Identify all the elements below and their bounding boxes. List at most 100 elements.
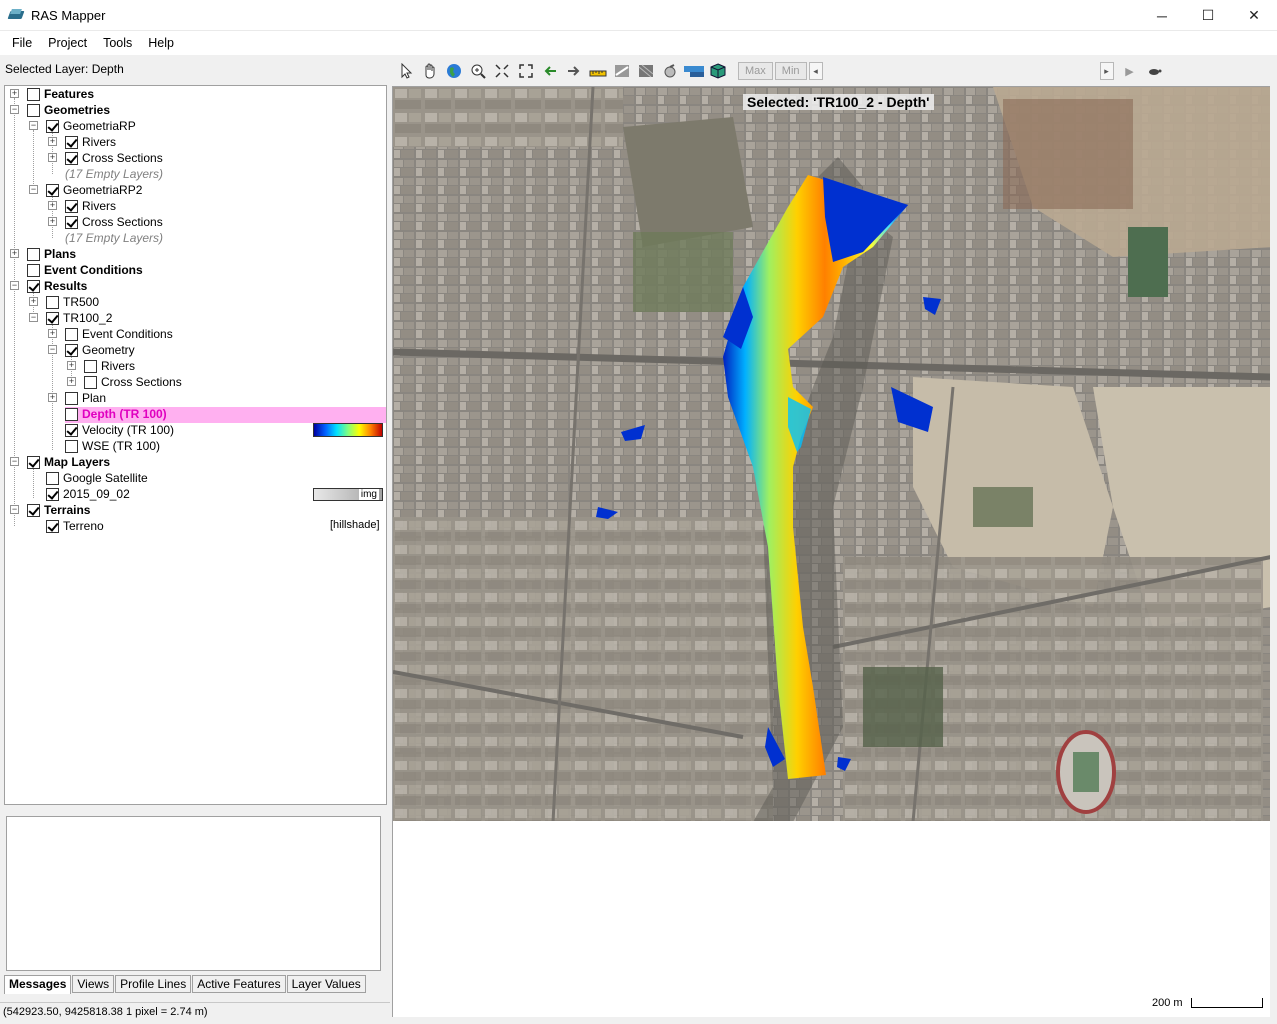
checkbox[interactable] xyxy=(46,119,59,133)
play-button[interactable]: ▶ xyxy=(1120,61,1140,81)
forward-arrow-icon[interactable] xyxy=(564,61,584,81)
checkbox[interactable] xyxy=(65,215,78,229)
tree-item-event-conditions[interactable]: Event Conditions xyxy=(27,262,143,278)
zoom-extents-icon[interactable] xyxy=(492,61,512,81)
tree-item-plans[interactable]: Plans xyxy=(27,246,76,262)
tree-item-cross-sections[interactable]: Cross Sections xyxy=(84,374,182,390)
tree-item-depth[interactable]: Depth (TR 100) xyxy=(65,406,167,422)
checkbox[interactable] xyxy=(65,439,78,453)
checkbox[interactable] xyxy=(27,87,40,101)
tree-item-features[interactable]: Features xyxy=(27,86,94,102)
tab-messages[interactable]: Messages xyxy=(4,975,72,994)
tree-item-empty-layers[interactable]: (17 Empty Layers) xyxy=(65,166,163,182)
tab-views[interactable]: Views xyxy=(72,975,115,993)
tree-item-geometriarp2[interactable]: GeometriaRP2 xyxy=(46,182,142,198)
menu-tools[interactable]: Tools xyxy=(95,31,140,55)
raster-icon[interactable] xyxy=(636,61,656,81)
expand-plus-icon[interactable]: + xyxy=(48,137,57,146)
tree-item-terreno[interactable]: Terreno xyxy=(46,518,104,534)
checkbox[interactable] xyxy=(46,471,59,485)
hillshade-tag[interactable]: [hillshade] xyxy=(330,519,380,531)
menu-help[interactable]: Help xyxy=(140,31,182,55)
checkbox[interactable] xyxy=(65,423,78,437)
profile-line-icon[interactable] xyxy=(612,61,632,81)
menu-project[interactable]: Project xyxy=(40,31,95,55)
measure-ruler-icon[interactable] xyxy=(588,61,608,81)
collapse-minus-icon[interactable]: − xyxy=(10,281,19,290)
velocity-color-ramp[interactable] xyxy=(313,423,383,437)
messages-box[interactable] xyxy=(6,816,381,971)
time-slider[interactable]: ◂ ▸ xyxy=(808,62,1114,80)
full-extent-icon[interactable] xyxy=(516,61,536,81)
expand-plus-icon[interactable]: + xyxy=(10,89,19,98)
3d-cube-icon[interactable] xyxy=(708,61,728,81)
checkbox[interactable] xyxy=(65,327,78,341)
maximize-button[interactable]: ☐ xyxy=(1185,0,1231,31)
tree-item-plan[interactable]: Plan xyxy=(65,390,106,406)
tree-item-cross-sections[interactable]: Cross Sections xyxy=(65,214,163,230)
checkbox[interactable] xyxy=(46,311,59,325)
panel-splitter[interactable] xyxy=(0,807,390,813)
turtle-speed-icon[interactable] xyxy=(1144,61,1164,81)
menu-file[interactable]: File xyxy=(4,31,40,55)
expand-plus-icon[interactable]: + xyxy=(48,217,57,226)
pointer-icon[interactable] xyxy=(396,61,416,81)
checkbox[interactable] xyxy=(65,391,78,405)
zoom-in-icon[interactable] xyxy=(468,61,488,81)
slider-left-arrow[interactable]: ◂ xyxy=(808,62,823,80)
collapse-minus-icon[interactable]: − xyxy=(29,121,38,130)
minimize-button[interactable]: ─ xyxy=(1139,0,1185,31)
tree-item-empty-layers[interactable]: (17 Empty Layers) xyxy=(65,230,163,246)
checkbox[interactable] xyxy=(65,343,78,357)
checkbox[interactable] xyxy=(65,135,78,149)
map-empty-area[interactable] xyxy=(392,821,1270,1017)
expand-plus-icon[interactable]: + xyxy=(48,153,57,162)
checkbox[interactable] xyxy=(65,151,78,165)
plot-icon[interactable] xyxy=(660,61,680,81)
tree-item-rivers[interactable]: Rivers xyxy=(65,198,116,214)
tree-item-tr500[interactable]: TR500 xyxy=(46,294,99,310)
tree-item-2015-09-02[interactable]: 2015_09_02 xyxy=(46,486,130,502)
checkbox[interactable] xyxy=(27,263,40,277)
back-arrow-icon[interactable] xyxy=(540,61,560,81)
terrain-profile-icon[interactable] xyxy=(684,61,704,81)
checkbox[interactable] xyxy=(84,375,97,389)
tree-item-velocity[interactable]: Velocity (TR 100) xyxy=(65,422,174,438)
checkbox[interactable] xyxy=(27,247,40,261)
collapse-minus-icon[interactable]: − xyxy=(48,345,57,354)
checkbox[interactable] xyxy=(46,183,59,197)
collapse-minus-icon[interactable]: − xyxy=(10,457,19,466)
collapse-minus-icon[interactable]: − xyxy=(29,185,38,194)
tab-profile-lines[interactable]: Profile Lines xyxy=(115,975,192,993)
tree-item-google-satellite[interactable]: Google Satellite xyxy=(46,470,148,486)
tab-layer-values[interactable]: Layer Values xyxy=(286,975,366,993)
expand-plus-icon[interactable]: + xyxy=(10,249,19,258)
tab-active-features[interactable]: Active Features xyxy=(192,975,286,993)
tree-item-terrains[interactable]: Terrains xyxy=(27,502,90,518)
tree-item-geometries[interactable]: Geometries xyxy=(27,102,110,118)
expand-plus-icon[interactable]: + xyxy=(48,393,57,402)
collapse-minus-icon[interactable]: − xyxy=(29,313,38,322)
expand-plus-icon[interactable]: + xyxy=(48,201,57,210)
tree-item-wse[interactable]: WSE (TR 100) xyxy=(65,438,160,454)
checkbox[interactable] xyxy=(65,199,78,213)
max-button[interactable]: Max xyxy=(738,62,773,80)
tree-item-tr100-2[interactable]: TR100_2 xyxy=(46,310,112,326)
min-button[interactable]: Min xyxy=(774,62,807,80)
expand-plus-icon[interactable]: + xyxy=(67,377,76,386)
close-button[interactable]: ✕ xyxy=(1231,0,1277,31)
expand-plus-icon[interactable]: + xyxy=(29,297,38,306)
map-canvas[interactable]: Selected: 'TR100_2 - Depth' xyxy=(392,86,1270,821)
checkbox[interactable] xyxy=(27,279,40,293)
image-layer-swatch[interactable]: img xyxy=(313,488,383,501)
checkbox[interactable] xyxy=(65,407,78,421)
tree-item-geometriarp[interactable]: GeometriaRP xyxy=(46,118,136,134)
checkbox[interactable] xyxy=(84,359,97,373)
tree-item-results[interactable]: Results xyxy=(27,278,87,294)
checkbox[interactable] xyxy=(27,503,40,517)
checkbox[interactable] xyxy=(27,103,40,117)
checkbox[interactable] xyxy=(46,295,59,309)
checkbox[interactable] xyxy=(46,519,59,533)
checkbox[interactable] xyxy=(27,455,40,469)
tree-item-rivers[interactable]: Rivers xyxy=(84,358,135,374)
